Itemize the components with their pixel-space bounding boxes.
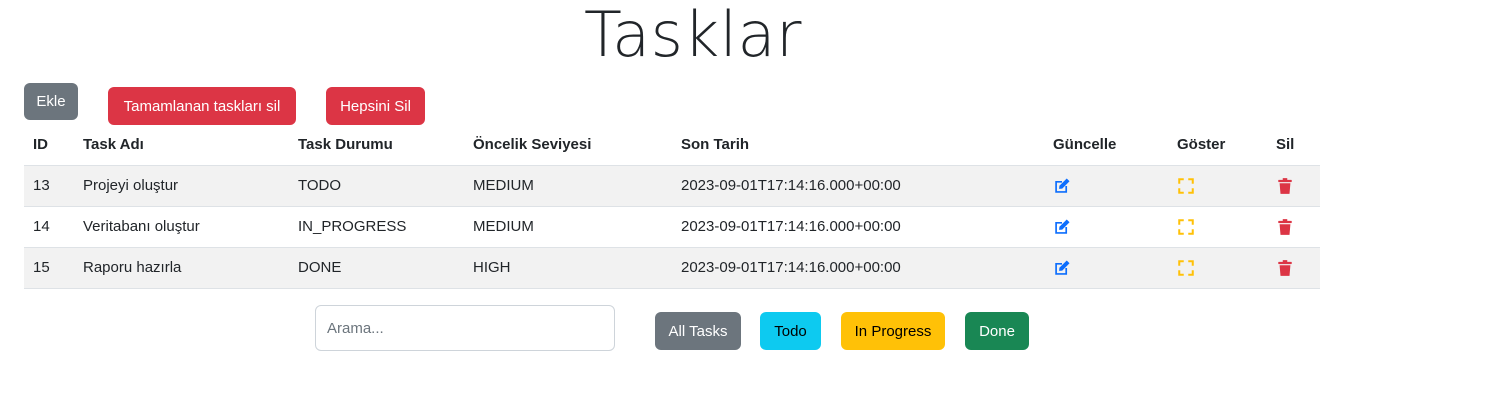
cell-update <box>1044 165 1168 207</box>
cell-id: 13 <box>24 165 74 207</box>
filter-done-button[interactable]: Done <box>965 312 1029 350</box>
cell-status: IN_PROGRESS <box>289 206 464 248</box>
table-row: 13 Projeyi oluştur TODO MEDIUM 2023-09-0… <box>24 165 1320 207</box>
cell-due-date: 2023-09-01T17:14:16.000+00:00 <box>672 247 1044 289</box>
cell-status: TODO <box>289 165 464 207</box>
header-id: ID <box>24 124 74 166</box>
table-row: 15 Raporu hazırla DONE HIGH 2023-09-01T1… <box>24 247 1320 289</box>
cell-task-name: Veritabanı oluştur <box>74 206 289 248</box>
cell-update <box>1044 206 1168 248</box>
header-task-name: Task Adı <box>74 124 289 166</box>
edit-icon[interactable] <box>1053 218 1071 236</box>
header-task-status: Task Durumu <box>289 124 464 166</box>
cell-due-date: 2023-09-01T17:14:16.000+00:00 <box>672 206 1044 248</box>
cell-due-date: 2023-09-01T17:14:16.000+00:00 <box>672 165 1044 207</box>
header-due-date: Son Tarih <box>672 124 1044 166</box>
edit-icon[interactable] <box>1053 259 1071 277</box>
add-button[interactable]: Ekle <box>24 83 78 120</box>
header-delete: Sil <box>1267 124 1320 166</box>
cell-update <box>1044 247 1168 289</box>
table-header-row: ID Task Adı Task Durumu Öncelik Seviyesi… <box>24 124 1320 166</box>
header-show: Göster <box>1168 124 1267 166</box>
cell-show <box>1168 206 1267 248</box>
table-row: 14 Veritabanı oluştur IN_PROGRESS MEDIUM… <box>24 206 1320 248</box>
cell-task-name: Raporu hazırla <box>74 247 289 289</box>
cell-id: 15 <box>24 247 74 289</box>
cell-status: DONE <box>289 247 464 289</box>
search-input[interactable] <box>315 305 615 351</box>
expand-icon[interactable] <box>1177 218 1195 236</box>
cell-priority: MEDIUM <box>464 165 672 207</box>
cell-priority: MEDIUM <box>464 206 672 248</box>
trash-icon[interactable] <box>1276 177 1294 195</box>
cell-delete <box>1267 206 1320 248</box>
expand-icon[interactable] <box>1177 259 1195 277</box>
filter-todo-button[interactable]: Todo <box>760 312 821 350</box>
page-title: Tasklar <box>584 0 803 71</box>
trash-icon[interactable] <box>1276 218 1294 236</box>
task-table: ID Task Adı Task Durumu Öncelik Seviyesi… <box>24 124 1320 289</box>
cell-priority: HIGH <box>464 247 672 289</box>
cell-delete <box>1267 247 1320 289</box>
filter-all-tasks-button[interactable]: All Tasks <box>655 312 741 350</box>
cell-show <box>1168 247 1267 289</box>
edit-icon[interactable] <box>1053 177 1071 195</box>
expand-icon[interactable] <box>1177 177 1195 195</box>
filter-in-progress-button[interactable]: In Progress <box>841 312 945 350</box>
delete-all-button[interactable]: Hepsini Sil <box>326 87 425 125</box>
delete-completed-button[interactable]: Tamamlanan taskları sil <box>108 87 296 125</box>
header-priority: Öncelik Seviyesi <box>464 124 672 166</box>
header-update: Güncelle <box>1044 124 1168 166</box>
cell-delete <box>1267 165 1320 207</box>
cell-id: 14 <box>24 206 74 248</box>
trash-icon[interactable] <box>1276 259 1294 277</box>
cell-task-name: Projeyi oluştur <box>74 165 289 207</box>
cell-show <box>1168 165 1267 207</box>
